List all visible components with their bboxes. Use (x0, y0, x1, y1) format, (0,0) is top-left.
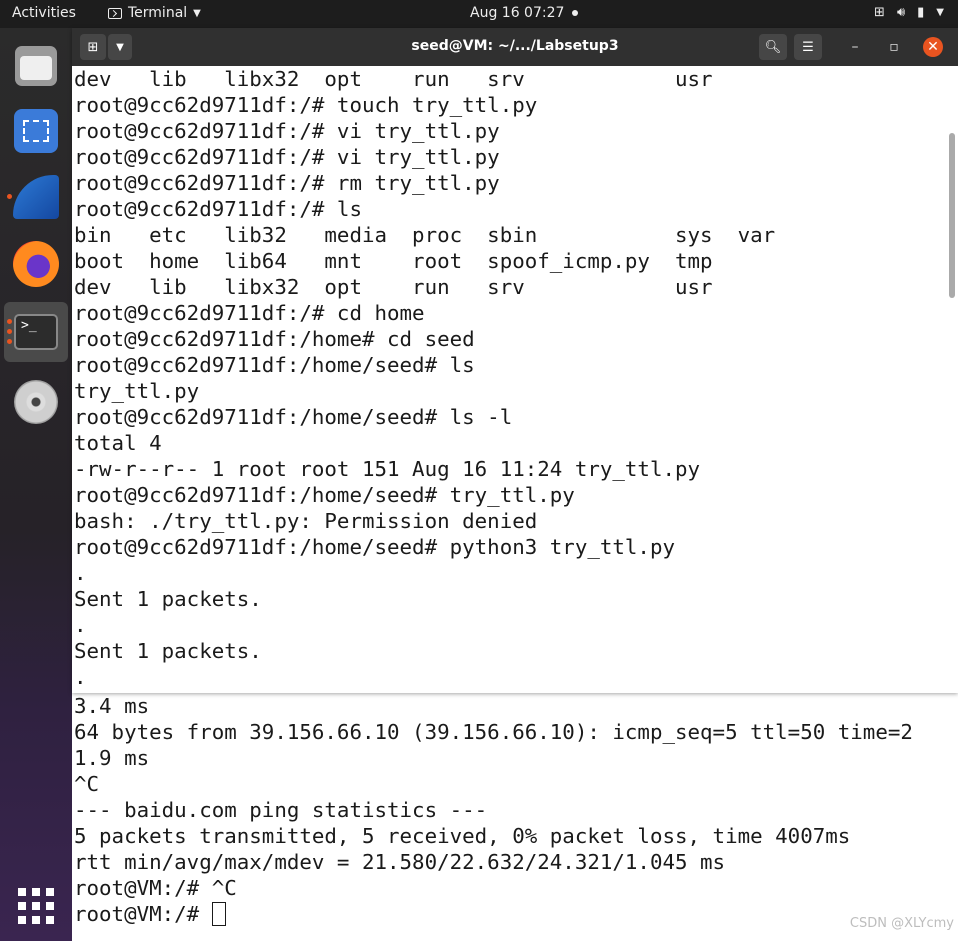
terminal-line: . (74, 665, 87, 689)
minimize-icon: – (851, 39, 859, 55)
app-menu[interactable]: Terminal ▼ (108, 5, 201, 21)
clock[interactable]: Aug 16 07:27 (470, 5, 579, 21)
running-indicator-icon (7, 339, 12, 344)
prompt: root@VM:/# (74, 902, 212, 926)
search-icon: 🔍︎ (764, 39, 782, 55)
app-menu-label: Terminal (128, 5, 188, 21)
terminal-line: bin etc lib32 media proc sbin sys var (74, 223, 776, 247)
terminal-line: . (74, 613, 87, 637)
terminal-line: root@9cc62d9711df:/# cd home (74, 301, 425, 325)
terminal-line: root@9cc62d9711df:/# ls (74, 197, 362, 221)
terminal-output: dev lib libx32 opt run srv usr root@9cc62… (74, 66, 958, 690)
chevron-down-icon: ▼ (193, 7, 201, 19)
terminal-line: dev lib libx32 opt run srv usr (74, 275, 713, 299)
terminal-line: total 4 (74, 431, 162, 455)
background-terminal-line: --- baidu.com ping statistics --- (74, 798, 488, 822)
terminal-line: Sent 1 packets. (74, 639, 262, 663)
terminal-line: root@9cc62d9711df:/home/seed# python3 tr… (74, 535, 675, 559)
terminal-line: root@9cc62d9711df:/# vi try_ttl.py (74, 145, 500, 169)
header-bar: ⊞ ▼ seed@VM: ~/.../Labsetup3 🔍︎ ☰ – ▫ ✕ (72, 28, 958, 66)
background-terminal-line: ^C (74, 772, 100, 796)
terminal-icon: >_ (14, 314, 58, 350)
terminal-line: . (74, 561, 87, 585)
maximize-button[interactable]: ▫ (884, 37, 904, 57)
hamburger-icon: ☰ (802, 39, 814, 55)
network-icon: ⊞ (874, 5, 885, 20)
dock-disc[interactable] (4, 372, 68, 432)
text-cursor (211, 902, 226, 926)
terminal-line: root@9cc62d9711df:/home# cd seed (74, 327, 475, 351)
background-terminal-line: 3.4 ms (74, 694, 150, 718)
terminal-icon (108, 7, 122, 19)
terminal-window[interactable]: ⊞ ▼ seed@VM: ~/.../Labsetup3 🔍︎ ☰ – ▫ ✕ … (72, 28, 958, 693)
files-icon (15, 46, 57, 86)
clock-label: Aug 16 07:27 (470, 5, 565, 21)
terminal-line: dev lib libx32 opt run srv usr (74, 67, 713, 91)
running-indicator-icon (7, 329, 12, 334)
dock-firefox[interactable] (4, 234, 68, 294)
terminal-content[interactable]: dev lib libx32 opt run srv usr root@9cc62… (72, 66, 958, 693)
hamburger-menu-button[interactable]: ☰ (794, 34, 822, 60)
running-indicator-icon (7, 194, 12, 199)
background-terminal-prompt-line: root@VM:/# (72, 901, 958, 927)
notification-dot-icon (572, 10, 579, 16)
terminal-line: bash: ./try_ttl.py: Permission denied (74, 509, 538, 533)
minimize-button[interactable]: – (845, 37, 865, 57)
dock-files[interactable] (4, 36, 68, 96)
chevron-down-icon: ▼ (936, 7, 944, 18)
wireshark-icon (13, 173, 59, 219)
dock-terminal[interactable]: >_ (4, 302, 68, 362)
terminal-line: boot home lib64 mnt root spoof_icmp.py t… (74, 249, 713, 273)
disc-icon (14, 380, 58, 424)
background-terminal-line: 64 bytes from 39.156.66.10 (39.156.66.10… (74, 720, 913, 744)
terminal-line: root@9cc62d9711df:/home/seed# try_ttl.py (74, 483, 575, 507)
volume-icon: 🔊︎ (896, 5, 906, 20)
screenshot-icon (14, 109, 58, 153)
running-indicator-icon (7, 319, 12, 324)
top-bar: Activities Terminal ▼ Aug 16 07:27 ⊞ 🔊︎ … (0, 0, 958, 28)
terminal-line: -rw-r--r-- 1 root root 151 Aug 16 11:24 … (74, 457, 701, 481)
dock: >_ (0, 28, 72, 941)
search-button[interactable]: 🔍︎ (759, 34, 787, 60)
scrollbar[interactable] (949, 133, 955, 298)
background-terminal-line: root@VM:/# ^C (74, 876, 237, 900)
background-terminal-line: 1.9 ms (74, 746, 150, 770)
terminal-line: root@9cc62d9711df:/home/seed# ls -l (74, 405, 513, 429)
show-applications-icon[interactable] (18, 888, 54, 924)
terminal-line: root@9cc62d9711df:/home/seed# ls (74, 353, 475, 377)
background-terminal-output: 3.4 ms 64 bytes from 39.156.66.10 (39.156… (72, 693, 958, 901)
terminal-line: Sent 1 packets. (74, 587, 262, 611)
background-terminal-line: 5 packets transmitted, 5 received, 0% pa… (74, 824, 851, 848)
maximize-icon: ▫ (889, 39, 899, 55)
close-button[interactable]: ✕ (923, 37, 943, 57)
window-title: seed@VM: ~/.../Labsetup3 (411, 38, 619, 54)
firefox-icon (13, 241, 59, 287)
activities-button[interactable]: Activities (12, 5, 76, 21)
system-tray[interactable]: ⊞ 🔊︎ ▮ ▼ (874, 5, 944, 20)
watermark: CSDN @XLYcmy (849, 916, 954, 931)
terminal-line: root@9cc62d9711df:/# rm try_ttl.py (74, 171, 500, 195)
terminal-line: root@9cc62d9711df:/# vi try_ttl.py (74, 119, 500, 143)
background-terminal[interactable]: 3.4 ms 64 bytes from 39.156.66.10 (39.156… (72, 693, 958, 941)
close-icon: ✕ (927, 39, 939, 55)
terminal-line: root@9cc62d9711df:/# touch try_ttl.py (74, 93, 538, 117)
battery-icon: ▮ (917, 5, 925, 20)
dock-screenshot[interactable] (4, 101, 68, 161)
background-terminal-line: rtt min/avg/max/mdev = 21.580/22.632/24.… (74, 850, 726, 874)
terminal-line: try_ttl.py (74, 379, 200, 403)
dock-wireshark[interactable] (4, 166, 68, 226)
